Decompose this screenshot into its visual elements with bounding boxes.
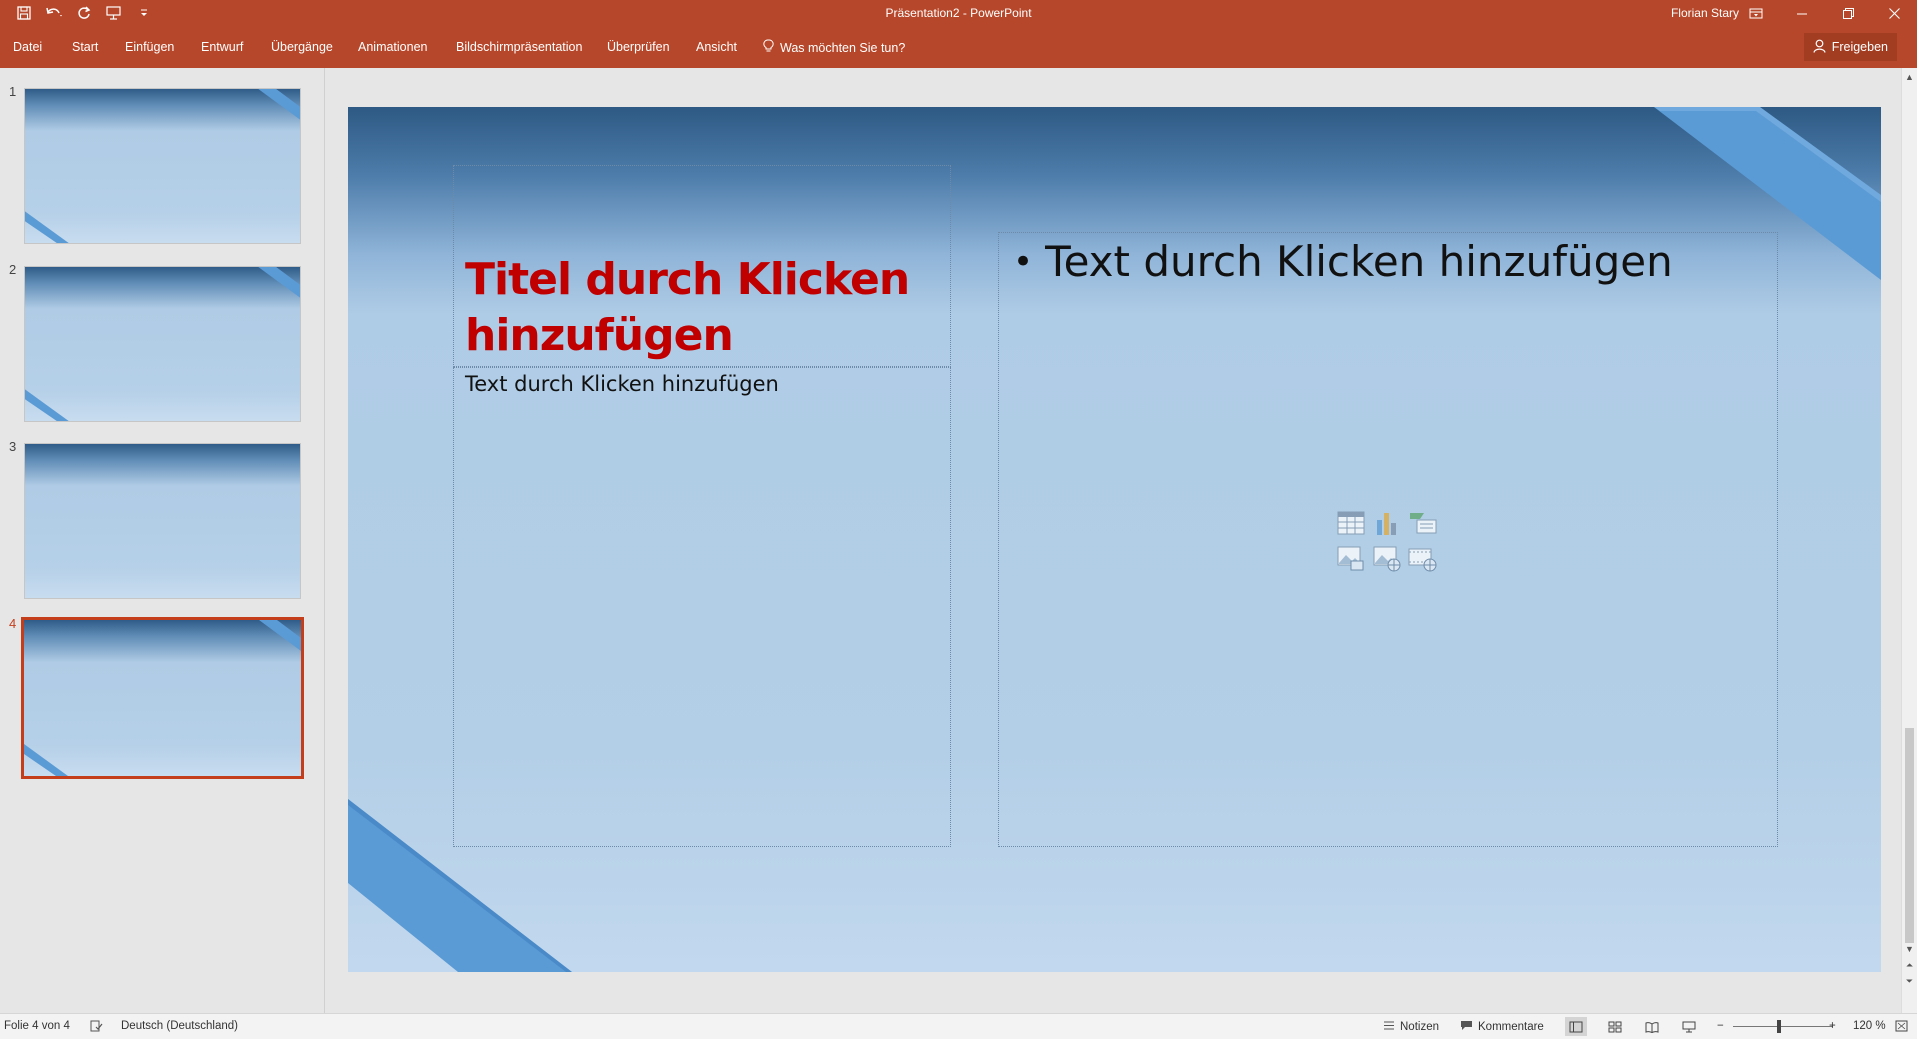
tab-einfuegen[interactable]: Einfügen (125, 40, 174, 54)
slide-thumbnail-2[interactable] (24, 266, 301, 422)
slide-sorter-icon[interactable] (1604, 1017, 1626, 1036)
vertical-scrollbar[interactable]: ▲ ▼ ⏶ ⏷ (1901, 68, 1917, 1013)
quick-access-toolbar (14, 4, 154, 22)
content-bullet-text: Text durch Klicken hinzufügen (1045, 237, 1673, 286)
lightbulb-icon (763, 39, 774, 56)
close-icon[interactable] (1871, 0, 1917, 27)
next-slide-icon[interactable]: ⏷ (1904, 976, 1915, 988)
customize-qat-icon[interactable] (134, 4, 154, 22)
slide-thumbnail-1[interactable] (24, 88, 301, 244)
insert-table-icon[interactable] (1336, 508, 1366, 538)
share-button[interactable]: Freigeben (1803, 33, 1897, 61)
zoom-in-button[interactable]: + (1829, 1020, 1836, 1032)
spelling-check-icon[interactable] (90, 1020, 103, 1032)
zoom-level[interactable]: 120 % (1853, 1020, 1886, 1032)
notes-button[interactable]: Notizen (1383, 1020, 1439, 1034)
tab-datei[interactable]: Datei (13, 40, 42, 54)
scroll-up-icon[interactable]: ▲ (1904, 72, 1915, 84)
slideshow-view-icon[interactable] (1678, 1017, 1700, 1036)
redo-icon[interactable] (74, 4, 94, 22)
zoom-level-text: 120 % (1853, 1020, 1886, 1032)
zoom-slider[interactable] (1733, 1026, 1833, 1027)
notes-label: Notizen (1400, 1021, 1439, 1033)
start-from-beginning-icon[interactable] (104, 4, 124, 22)
person-icon (1813, 39, 1826, 56)
insert-chart-icon[interactable] (1372, 508, 1402, 538)
user-name[interactable]: Florian Stary (1671, 6, 1739, 20)
thumbnail-number: 2 (9, 262, 17, 277)
slide-canvas[interactable]: Titel durch Klicken hinzufügen Text durc… (348, 107, 1881, 972)
language-indicator[interactable]: Deutsch (Deutschland) (121, 1020, 238, 1032)
slide-counter[interactable]: Folie 4 von 4 (4, 1020, 70, 1032)
text-placeholder-left[interactable]: Text durch Klicken hinzufügen (453, 367, 951, 847)
slide-title[interactable]: Titel durch Klicken hinzufügen (465, 252, 945, 364)
notes-icon (1383, 1020, 1395, 1034)
fit-to-window-icon[interactable] (1895, 1020, 1908, 1032)
share-label: Freigeben (1831, 40, 1888, 54)
zoom-slider-thumb[interactable] (1777, 1020, 1781, 1033)
previous-slide-icon[interactable]: ⏶ (1904, 960, 1915, 972)
language-text: Deutsch (Deutschland) (121, 1020, 238, 1032)
save-icon[interactable] (14, 4, 34, 22)
content-bullet[interactable]: • Text durch Klicken hinzufügen (1013, 237, 1673, 286)
tab-ueberpruefen[interactable]: Überprüfen (607, 40, 670, 54)
thumbnail-number: 3 (9, 439, 17, 454)
slide-thumbnail-pane: 1 2 3 4 (0, 68, 325, 1013)
minimize-icon[interactable] (1779, 0, 1825, 27)
tab-start[interactable]: Start (72, 40, 98, 54)
title-bar: Präsentation2 - PowerPoint Florian Stary (0, 0, 1917, 27)
status-bar: Folie 4 von 4 Deutsch (Deutschland) Noti… (0, 1013, 1917, 1039)
tab-bildschirmpraesentation[interactable]: Bildschirmpräsentation (456, 40, 582, 54)
slide-subtitle[interactable]: Text durch Klicken hinzufügen (465, 372, 779, 396)
tab-animationen[interactable]: Animationen (358, 40, 428, 54)
tell-me-label: Was möchten Sie tun? (780, 40, 906, 55)
zoom-out-label: − (1717, 1020, 1724, 1032)
online-pictures-icon[interactable] (1372, 544, 1402, 574)
slide-counter-text: Folie 4 von 4 (4, 1020, 70, 1032)
restore-icon[interactable] (1825, 0, 1871, 27)
ribbon-tabs: Datei Start Einfügen Entwurf Übergänge A… (0, 27, 1917, 68)
window-controls (1779, 0, 1917, 27)
zoom-in-label: + (1829, 1020, 1836, 1032)
insert-content-icons (1336, 508, 1441, 578)
bullet-icon: • (1013, 241, 1034, 282)
normal-view-icon[interactable] (1565, 1017, 1587, 1036)
thumbnail-number: 4 (9, 616, 17, 631)
ribbon-display-options-icon[interactable] (1745, 4, 1767, 22)
insert-video-icon[interactable] (1408, 544, 1438, 574)
insert-picture-icon[interactable] (1336, 544, 1366, 574)
scrollbar-thumb[interactable] (1905, 728, 1914, 943)
thumbnail-number: 1 (9, 84, 17, 99)
undo-icon[interactable] (44, 4, 64, 22)
slide-thumbnail-3[interactable] (24, 443, 301, 599)
content-placeholder-right[interactable]: • Text durch Klicken hinzufügen (998, 232, 1778, 847)
tab-entwurf[interactable]: Entwurf (201, 40, 243, 54)
zoom-out-button[interactable]: − (1717, 1020, 1724, 1032)
window-title: Präsentation2 - PowerPoint (885, 6, 1032, 20)
comments-label: Kommentare (1478, 1021, 1544, 1033)
comment-icon (1460, 1020, 1473, 1034)
tab-ansicht[interactable]: Ansicht (696, 40, 737, 54)
tell-me-box[interactable]: Was möchten Sie tun? (763, 39, 905, 56)
scroll-down-icon[interactable]: ▼ (1904, 944, 1915, 956)
tab-uebergaenge[interactable]: Übergänge (271, 40, 333, 54)
reading-view-icon[interactable] (1641, 1017, 1663, 1036)
insert-smartart-icon[interactable] (1408, 508, 1438, 538)
title-placeholder[interactable]: Titel durch Klicken hinzufügen (453, 165, 951, 367)
comments-button[interactable]: Kommentare (1460, 1020, 1544, 1034)
slide-thumbnail-4[interactable] (21, 617, 304, 779)
